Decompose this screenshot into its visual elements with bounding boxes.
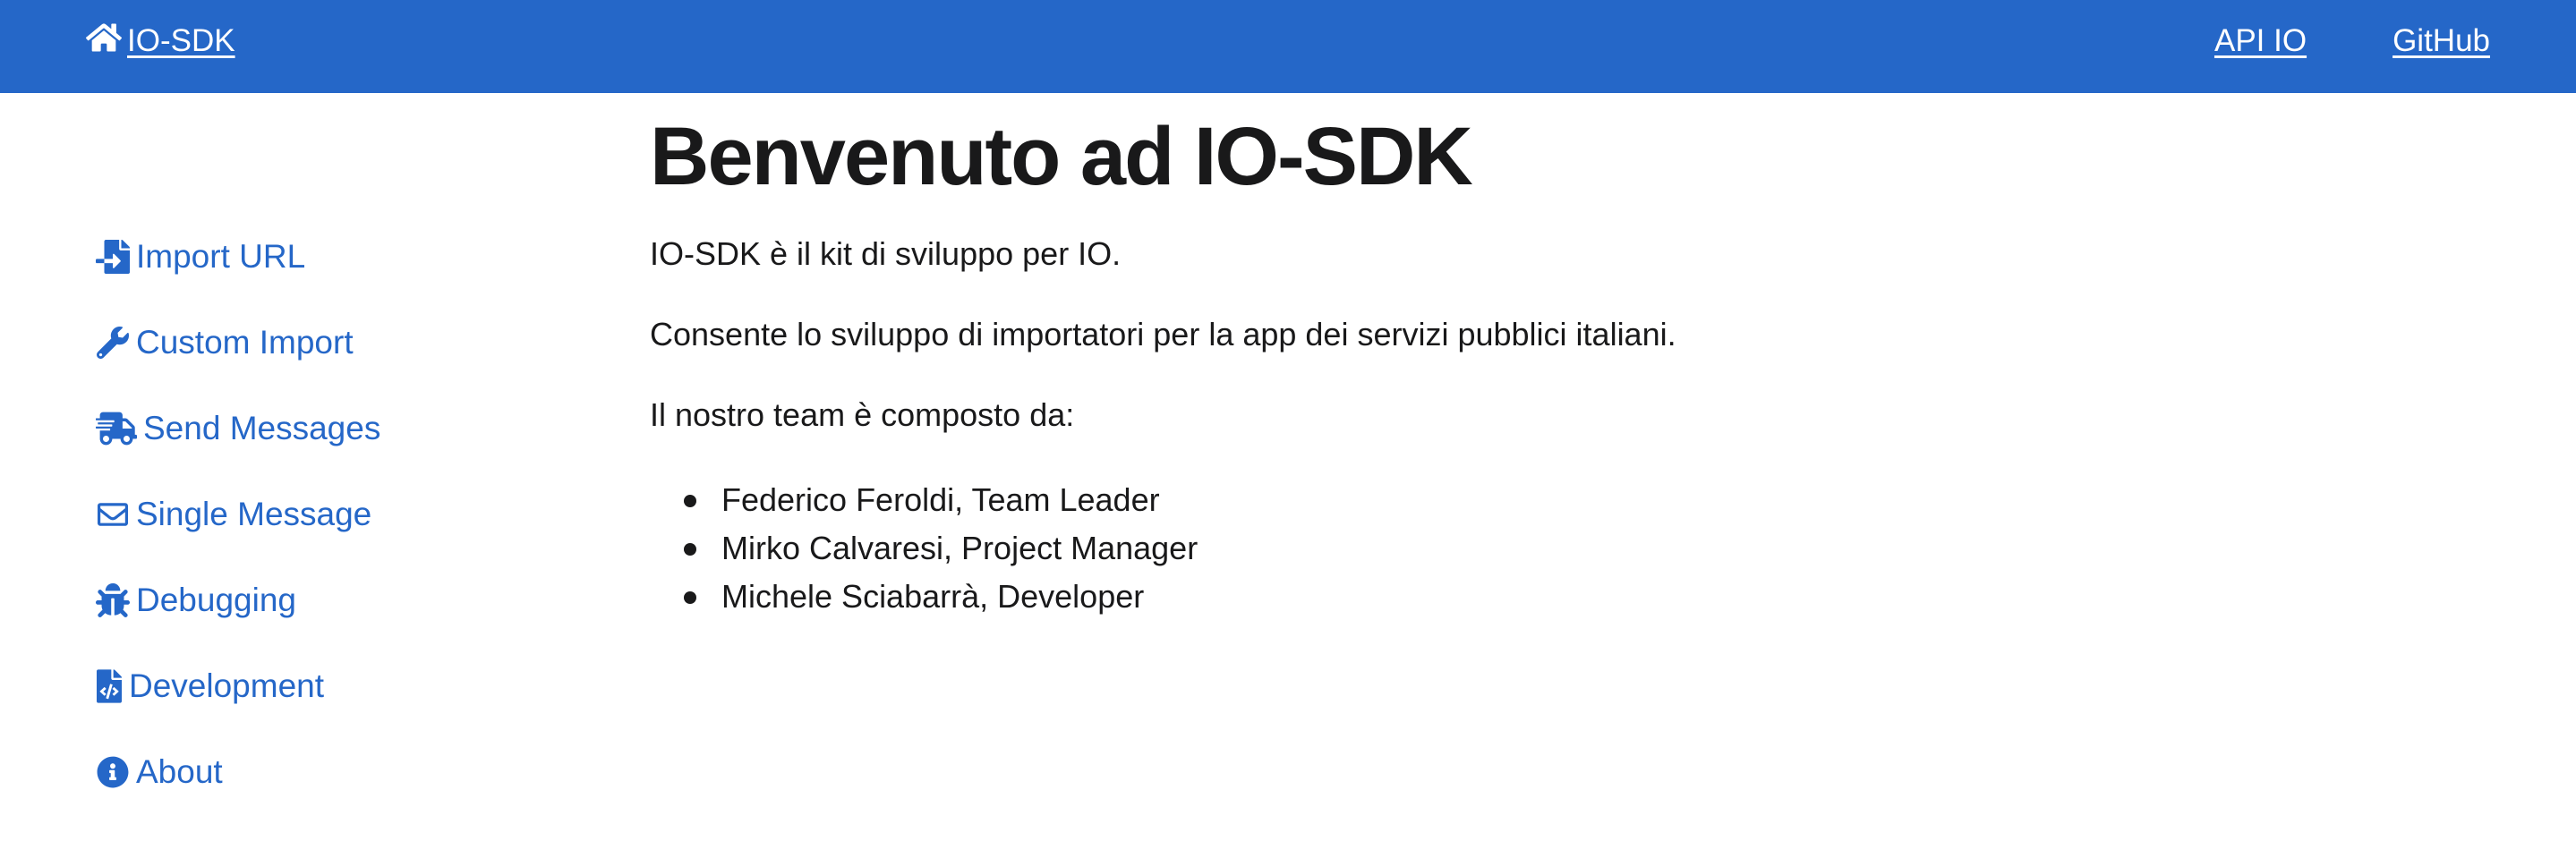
sidebar-item-label: Single Message: [136, 496, 372, 532]
sidebar-item-debugging[interactable]: Debugging: [95, 582, 596, 667]
info-circle-icon: [95, 753, 131, 791]
nav-link-api-io[interactable]: API IO: [2214, 23, 2307, 59]
sidebar-item-single-message[interactable]: Single Message: [95, 496, 596, 582]
team-intro-paragraph: Il nostro team è composto da:: [650, 396, 1075, 433]
main-content: Benvenuto ad IO-SDK IO-SDK è il kit di s…: [650, 107, 2350, 621]
sidebar-item-custom-import[interactable]: Custom Import: [95, 324, 596, 410]
sidebar-item-send-messages[interactable]: Send Messages: [95, 410, 596, 496]
sidebar-item-about[interactable]: About: [95, 753, 596, 839]
description-paragraph: Consente lo sviluppo di importatori per …: [650, 316, 1676, 353]
team-list: Federico Feroldi, Team Leader Mirko Calv…: [650, 476, 2350, 621]
page-title: Benvenuto ad IO-SDK: [650, 111, 1473, 202]
wrench-icon: [95, 324, 131, 361]
home-icon: [85, 21, 123, 62]
intro-paragraph: IO-SDK è il kit di sviluppo per IO.: [650, 235, 1122, 272]
file-code-icon: [95, 667, 124, 705]
brand-home-link[interactable]: IO-SDK: [85, 21, 235, 62]
sidebar-item-development[interactable]: Development: [95, 667, 596, 753]
team-member: Federico Feroldi, Team Leader: [684, 476, 2350, 524]
team-member: Michele Sciabarrà, Developer: [684, 573, 2350, 621]
sidebar-item-label: Debugging: [136, 582, 296, 618]
envelope-icon: [95, 496, 131, 533]
file-import-icon: [95, 238, 131, 276]
top-navbar: IO-SDK API IO GitHub: [0, 0, 2576, 93]
sidebar-item-label: Import URL: [136, 238, 306, 275]
nav-link-github[interactable]: GitHub: [2393, 23, 2490, 59]
sidebar: Import URL Custom Import Send Messages S…: [95, 238, 596, 839]
sidebar-item-label: About: [136, 753, 223, 790]
shipping-fast-icon: [95, 410, 138, 447]
top-nav-links: API IO GitHub: [2214, 21, 2490, 61]
bug-icon: [95, 582, 131, 619]
sidebar-item-label: Send Messages: [143, 410, 381, 446]
sidebar-item-label: Development: [129, 667, 325, 704]
sidebar-item-label: Custom Import: [136, 324, 354, 361]
brand-label: IO-SDK: [127, 23, 235, 58]
sidebar-item-import-url[interactable]: Import URL: [95, 238, 596, 324]
team-member: Mirko Calvaresi, Project Manager: [684, 524, 2350, 573]
